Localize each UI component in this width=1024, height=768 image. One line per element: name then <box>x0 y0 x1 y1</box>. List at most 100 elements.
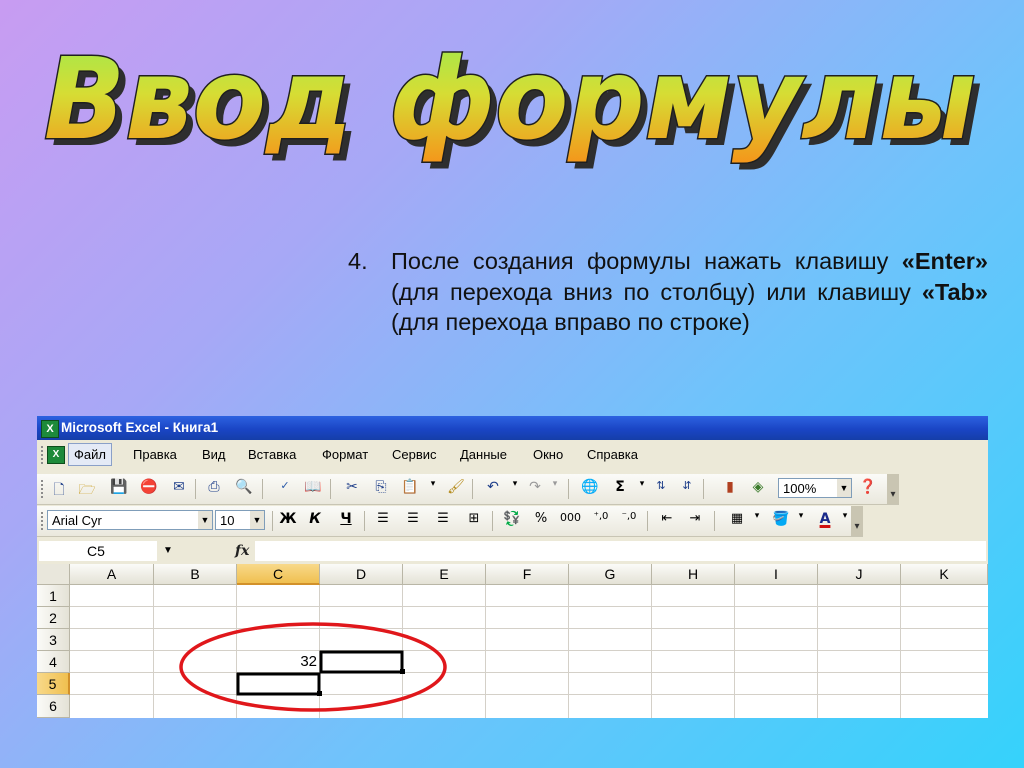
align-right-icon[interactable]: ☰ <box>433 511 453 531</box>
row-header-1[interactable]: 1 <box>37 585 70 607</box>
undo-dropdown-icon[interactable]: ▾ <box>505 479 525 499</box>
toolbar-separator <box>195 479 196 499</box>
print-preview-icon[interactable]: 🔍 <box>234 479 254 499</box>
merge-center-icon[interactable]: ⊞ <box>464 511 484 531</box>
autosum-dropdown-icon[interactable]: ▾ <box>632 479 652 499</box>
slide-title: Ввод формулы Ввод формулы <box>43 34 984 173</box>
chart-wizard-icon[interactable]: ▮ <box>720 479 740 499</box>
toolbar-separator <box>492 511 493 531</box>
toolbar-separator <box>330 479 331 499</box>
borders-dropdown-icon[interactable]: ▾ <box>747 511 767 531</box>
open-folder-icon[interactable]: 🗁 <box>77 479 97 499</box>
row-header-4[interactable]: 4 <box>37 651 70 673</box>
row-header-5[interactable]: 5 <box>37 673 70 695</box>
paste-icon[interactable]: 📋 <box>400 479 420 499</box>
spelling-icon[interactable]: ✓ <box>275 479 295 499</box>
print-icon[interactable]: ⎙ <box>204 479 224 499</box>
fill-color-icon[interactable]: 🪣 <box>771 511 791 531</box>
email-icon[interactable]: ✉ <box>169 479 189 499</box>
help-icon[interactable]: ❓ <box>858 479 878 499</box>
sort-descending-icon[interactable]: ⇵ <box>677 479 697 499</box>
column-header-f[interactable]: F <box>486 564 569 585</box>
menu-bar: X Файл Правка Вид Вставка Формат Сервис … <box>37 440 988 470</box>
font-color-icon[interactable]: A <box>815 511 835 531</box>
column-header-j[interactable]: J <box>818 564 901 585</box>
new-document-icon[interactable]: 🗋 <box>49 479 69 499</box>
column-header-c[interactable]: C <box>237 564 320 585</box>
toolbar-separator <box>262 479 263 499</box>
toolbar-grip-icon[interactable] <box>41 480 46 498</box>
font-size-dropdown-icon[interactable]: ▼ <box>250 511 264 529</box>
hyperlink-icon[interactable]: 🌐 <box>580 479 600 499</box>
column-header-a[interactable]: A <box>70 564 154 585</box>
paste-dropdown-icon[interactable]: ▾ <box>423 479 443 499</box>
redo-dropdown-icon[interactable]: ▾ <box>545 479 565 499</box>
column-header-b[interactable]: B <box>154 564 237 585</box>
column-header-g[interactable]: G <box>569 564 652 585</box>
menu-insert[interactable]: Вставка <box>248 447 296 462</box>
fill-color-dropdown-icon[interactable]: ▾ <box>791 511 811 531</box>
underline-button[interactable]: Ч <box>336 511 356 531</box>
menu-tools[interactable]: Сервис <box>392 447 437 462</box>
autosum-icon[interactable]: Σ <box>610 479 630 499</box>
research-icon[interactable]: 📖 <box>303 479 323 499</box>
currency-icon[interactable]: 💱 <box>502 511 522 531</box>
zoom-combo[interactable]: 100% ▼ <box>778 478 852 498</box>
align-left-icon[interactable]: ☰ <box>373 511 393 531</box>
sort-ascending-icon[interactable]: ⇅ <box>651 479 671 499</box>
cut-icon[interactable]: ✂ <box>342 479 362 499</box>
font-size-combo[interactable]: 10 ▼ <box>215 510 265 530</box>
permission-icon[interactable]: ⛔ <box>139 479 159 499</box>
formula-input[interactable] <box>255 541 986 561</box>
menu-window[interactable]: Окно <box>533 447 563 462</box>
menu-edit[interactable]: Правка <box>133 447 177 462</box>
column-header-e[interactable]: E <box>403 564 486 585</box>
menu-data[interactable]: Данные <box>460 447 507 462</box>
font-name-combo[interactable]: Arial Cyr ▼ <box>47 510 213 530</box>
step-number: 4. <box>348 248 368 274</box>
undo-icon[interactable]: ↶ <box>483 479 503 499</box>
menu-help[interactable]: Справка <box>587 447 638 462</box>
italic-button[interactable]: К <box>305 511 325 531</box>
font-size-value: 10 <box>220 513 235 528</box>
align-center-icon[interactable]: ☰ <box>403 511 423 531</box>
decrease-indent-icon[interactable]: ⇤ <box>657 511 677 531</box>
workbook-icon[interactable]: X <box>47 446 65 464</box>
select-all-corner[interactable] <box>37 564 70 585</box>
column-header-h[interactable]: H <box>652 564 735 585</box>
column-header-k[interactable]: K <box>901 564 988 585</box>
thousands-button[interactable]: 000 <box>560 511 581 531</box>
name-box[interactable]: C5 <box>39 541 157 561</box>
cell-c4[interactable]: 32 <box>237 651 317 673</box>
bold-button[interactable]: Ж <box>278 511 298 531</box>
name-box-dropdown-icon[interactable]: ▼ <box>163 541 173 561</box>
font-name-dropdown-icon[interactable]: ▼ <box>198 511 212 529</box>
menu-format[interactable]: Формат <box>322 447 368 462</box>
menu-grip-icon[interactable] <box>41 446 46 464</box>
row-header-6[interactable]: 6 <box>37 695 70 718</box>
menu-file[interactable]: Файл <box>68 443 112 466</box>
row-header-2[interactable]: 2 <box>37 607 70 629</box>
increase-indent-icon[interactable]: ⇥ <box>685 511 705 531</box>
row-header-3[interactable]: 3 <box>37 629 70 651</box>
redo-icon[interactable]: ↷ <box>525 479 545 499</box>
percent-button[interactable]: % <box>531 511 551 531</box>
save-icon[interactable]: 💾 <box>109 479 129 499</box>
toolbar-options-icon[interactable]: ▾ <box>851 506 863 536</box>
menu-view[interactable]: Вид <box>202 447 226 462</box>
zoom-dropdown-icon[interactable]: ▼ <box>837 479 851 497</box>
increase-decimal-icon[interactable]: ⁺,0 <box>591 511 611 531</box>
insert-function-icon[interactable]: fx <box>235 541 249 561</box>
window-titlebar[interactable]: X Microsoft Excel - Книга1 <box>37 416 988 440</box>
decrease-decimal-icon[interactable]: ⁻,0 <box>619 511 639 531</box>
borders-icon[interactable]: ▦ <box>727 511 747 531</box>
drawing-icon[interactable]: ◈ <box>748 479 768 499</box>
column-header-d[interactable]: D <box>320 564 403 585</box>
copy-icon[interactable]: ⎘ <box>371 479 391 499</box>
toolbar-separator <box>714 511 715 531</box>
column-header-i[interactable]: I <box>735 564 818 585</box>
toolbar-grip-icon[interactable] <box>41 512 46 530</box>
toolbar-options-icon[interactable]: ▾ <box>887 474 899 504</box>
format-painter-icon[interactable]: 🖌 <box>446 479 466 499</box>
excel-window: X Microsoft Excel - Книга1 X Файл Правка… <box>37 416 988 718</box>
